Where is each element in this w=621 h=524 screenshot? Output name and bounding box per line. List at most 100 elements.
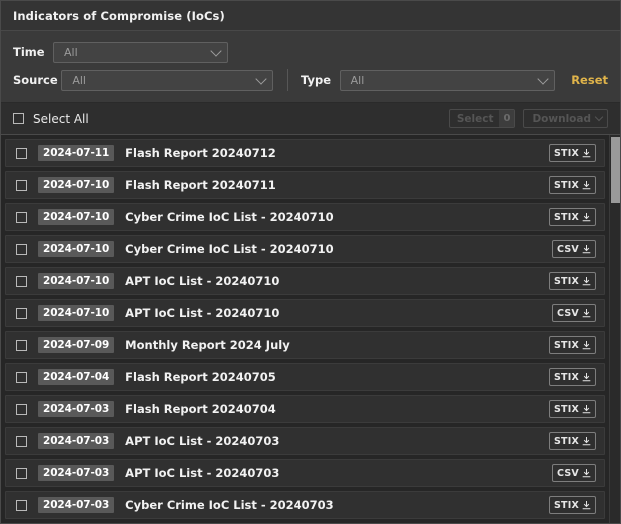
row-format-label: STIX — [554, 211, 579, 223]
download-button-label: Download — [532, 112, 591, 125]
download-button[interactable]: Download — [523, 109, 608, 128]
row-checkbox[interactable] — [16, 339, 27, 351]
reset-filters-link[interactable]: Reset — [571, 73, 608, 87]
row-format-label: CSV — [557, 243, 579, 255]
row-checkbox[interactable] — [16, 211, 27, 223]
list-action-bar: Select All Select 0 Download — [1, 103, 620, 135]
chevron-down-icon — [537, 73, 549, 85]
row-checkbox[interactable] — [16, 147, 27, 159]
table-row[interactable]: 2024-07-04 Flash Report 20240705 STIX — [5, 363, 605, 391]
row-download-button[interactable]: CSV — [552, 464, 596, 482]
source-filter-select[interactable]: All — [61, 69, 274, 91]
row-date: 2024-07-03 — [38, 497, 115, 513]
row-date: 2024-07-10 — [38, 273, 115, 289]
row-format-label: CSV — [557, 467, 579, 479]
row-date: 2024-07-10 — [38, 241, 115, 257]
download-icon — [582, 308, 591, 317]
download-icon — [582, 276, 591, 285]
row-checkbox[interactable] — [16, 371, 27, 383]
ioc-panel: Indicators of Compromise (IoCs) Time All… — [0, 0, 621, 524]
row-download-button[interactable]: CSV — [552, 240, 596, 258]
row-title: Cyber Crime IoC List - 20240703 — [125, 498, 334, 512]
ioc-list: 2024-07-11 Flash Report 20240712 STIX 2024-… — [1, 135, 609, 523]
row-download-button[interactable]: STIX — [549, 176, 596, 194]
chevron-down-icon — [594, 112, 604, 122]
row-download-button[interactable]: STIX — [549, 336, 596, 354]
download-icon — [582, 340, 591, 349]
list-scrollbar-thumb[interactable] — [611, 136, 620, 203]
download-icon — [582, 436, 591, 445]
row-download-button[interactable]: STIX — [549, 368, 596, 386]
page-title: Indicators of Compromise (IoCs) — [13, 8, 225, 23]
table-row[interactable]: 2024-07-03 Cyber Crime IoC List - 2024070… — [5, 491, 605, 519]
row-date: 2024-07-03 — [38, 433, 115, 449]
table-row[interactable]: 2024-07-10 Flash Report 20240711 STIX — [5, 171, 605, 199]
row-title: Flash Report 20240704 — [125, 402, 276, 416]
row-download-button[interactable]: STIX — [549, 496, 596, 514]
table-row[interactable]: 2024-07-10 Cyber Crime IoC List - 2024071… — [5, 203, 605, 231]
row-format-label: STIX — [554, 403, 579, 415]
download-icon — [582, 244, 591, 253]
row-checkbox[interactable] — [16, 499, 27, 511]
row-format-label: STIX — [554, 275, 579, 287]
source-filter-label: Source — [13, 73, 58, 87]
select-button[interactable]: Select 0 — [448, 109, 516, 128]
row-title: Flash Report 20240712 — [125, 146, 276, 160]
select-button-label: Select — [456, 112, 494, 125]
download-icon — [582, 404, 591, 413]
download-icon — [582, 468, 591, 477]
filter-divider — [287, 69, 288, 91]
filter-row-time: Time All — [1, 38, 620, 66]
row-date: 2024-07-11 — [38, 145, 115, 161]
row-title: Flash Report 20240705 — [125, 370, 276, 384]
panel-titlebar: Indicators of Compromise (IoCs) — [1, 1, 620, 31]
row-title: APT IoC List - 20240703 — [125, 466, 280, 480]
row-download-button[interactable]: STIX — [549, 144, 596, 162]
select-all-label[interactable]: Select All — [33, 112, 89, 126]
row-date: 2024-07-09 — [38, 337, 115, 353]
row-date: 2024-07-10 — [38, 209, 115, 225]
type-filter-label: Type — [300, 73, 331, 87]
download-icon — [582, 212, 591, 221]
table-row[interactable]: 2024-07-03 Flash Report 20240704 STIX — [5, 395, 605, 423]
row-date: 2024-07-03 — [38, 401, 115, 417]
list-scrollbar[interactable] — [609, 135, 620, 523]
row-checkbox[interactable] — [16, 275, 27, 287]
table-row[interactable]: 2024-07-10 APT IoC List - 20240710 CSV — [5, 299, 605, 327]
row-checkbox[interactable] — [16, 467, 27, 479]
download-icon — [582, 148, 591, 157]
table-row[interactable]: 2024-07-03 APT IoC List - 20240703 CSV — [5, 459, 605, 487]
source-filter-value: All — [72, 73, 86, 87]
row-format-label: CSV — [557, 307, 579, 319]
row-title: Cyber Crime IoC List - 20240710 — [125, 242, 334, 256]
table-row[interactable]: 2024-07-11 Flash Report 20240712 STIX — [5, 139, 605, 167]
row-checkbox[interactable] — [16, 403, 27, 415]
row-download-button[interactable]: STIX — [549, 208, 596, 226]
download-icon — [582, 500, 591, 509]
table-row[interactable]: 2024-07-10 APT IoC List - 20240710 STIX — [5, 267, 605, 295]
selected-count-badge: 0 — [499, 110, 515, 127]
filter-bar: Time All Source All Type All Reset — [1, 31, 620, 103]
row-checkbox[interactable] — [16, 435, 27, 447]
table-row[interactable]: 2024-07-09 Monthly Report 2024 July STIX — [5, 331, 605, 359]
type-filter-select[interactable]: All — [339, 69, 556, 91]
row-download-button[interactable]: STIX — [549, 400, 596, 418]
row-checkbox[interactable] — [16, 243, 27, 255]
row-date: 2024-07-10 — [38, 177, 115, 193]
row-title: Flash Report 20240711 — [125, 178, 276, 192]
time-filter-select[interactable]: All — [53, 41, 228, 63]
chevron-down-icon — [255, 73, 267, 85]
row-download-button[interactable]: STIX — [549, 432, 596, 450]
row-download-button[interactable]: STIX — [549, 272, 596, 290]
row-date: 2024-07-10 — [38, 305, 115, 321]
table-row[interactable]: 2024-07-03 APT IoC List - 20240703 STIX — [5, 427, 605, 455]
row-download-button[interactable]: CSV — [552, 304, 596, 322]
row-title: Monthly Report 2024 July — [125, 338, 290, 352]
filter-row-source-type: Source All Type All Reset — [1, 66, 620, 94]
table-row[interactable]: 2024-07-10 Cyber Crime IoC List - 2024071… — [5, 235, 605, 263]
row-checkbox[interactable] — [16, 179, 27, 191]
row-format-label: STIX — [554, 371, 579, 383]
select-all-checkbox[interactable] — [13, 113, 24, 124]
time-filter-value: All — [64, 45, 78, 59]
row-checkbox[interactable] — [16, 307, 27, 319]
